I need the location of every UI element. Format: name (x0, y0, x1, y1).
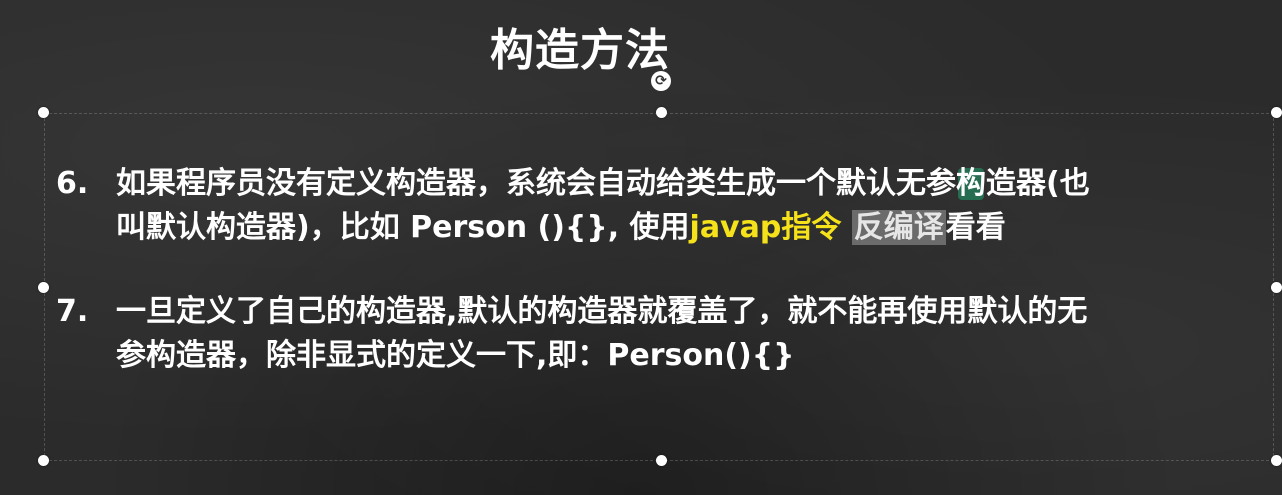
list-item-text: 如果程序员没有定义构造器，系统会自动给类生成一个默认无参构造器(也 叫默认构造器… (116, 162, 1256, 250)
resize-handle-bottom-right[interactable] (1271, 455, 1282, 466)
highlighted-text-yellow: javap指令 (689, 210, 842, 245)
list-number: 7. (56, 294, 89, 329)
text-run: 看看 (945, 210, 1006, 245)
text-line: 叫默认构造器)，比如 Person (){}, 使用javap指令 反编译看看 (116, 206, 1256, 250)
text-line: 如果程序员没有定义构造器，系统会自动给类生成一个默认无参构造器(也 (116, 162, 1256, 206)
text-line: 一旦定义了自己的构造器,默认的构造器就覆盖了，就不能再使用默认的无 (116, 294, 1088, 329)
text-run: 如果程序员没有定义构造器，系统会自动给类生成一个默认无参 (116, 166, 956, 201)
resize-handle-top[interactable] (656, 107, 667, 118)
slide-title: 构造方法 (490, 25, 670, 76)
text-cursor-char: 构 (956, 162, 986, 206)
resize-handle-bottom[interactable] (656, 455, 667, 466)
list-item-text: 一旦定义了自己的构造器,默认的构造器就覆盖了，就不能再使用默认的无 参构造器，除… (116, 290, 1256, 378)
text-line: 参构造器，除非显式的定义一下,即：Person(){} (116, 338, 795, 373)
resize-handle-bottom-left[interactable] (38, 455, 49, 466)
text-run: 叫默认构造器)，比如 Person (){}, 使用 (116, 210, 690, 245)
highlighted-text-gray: 反编译 (851, 210, 946, 245)
list-item-7: 7. 一旦定义了自己的构造器,默认的构造器就覆盖了，就不能再使用默认的无 参构造… (56, 290, 1256, 378)
rotate-icon[interactable]: ⟳ (651, 71, 671, 91)
list-item-6: 6. 如果程序员没有定义构造器，系统会自动给类生成一个默认无参构造器(也 叫默认… (56, 162, 1256, 250)
resize-handle-top-right[interactable] (1271, 107, 1282, 118)
resize-handle-left[interactable] (38, 282, 49, 293)
resize-handle-right[interactable] (1271, 282, 1282, 293)
resize-handle-top-left[interactable] (38, 107, 49, 118)
text-run: 造器(也 (986, 166, 1090, 201)
list-number: 6. (56, 166, 89, 201)
